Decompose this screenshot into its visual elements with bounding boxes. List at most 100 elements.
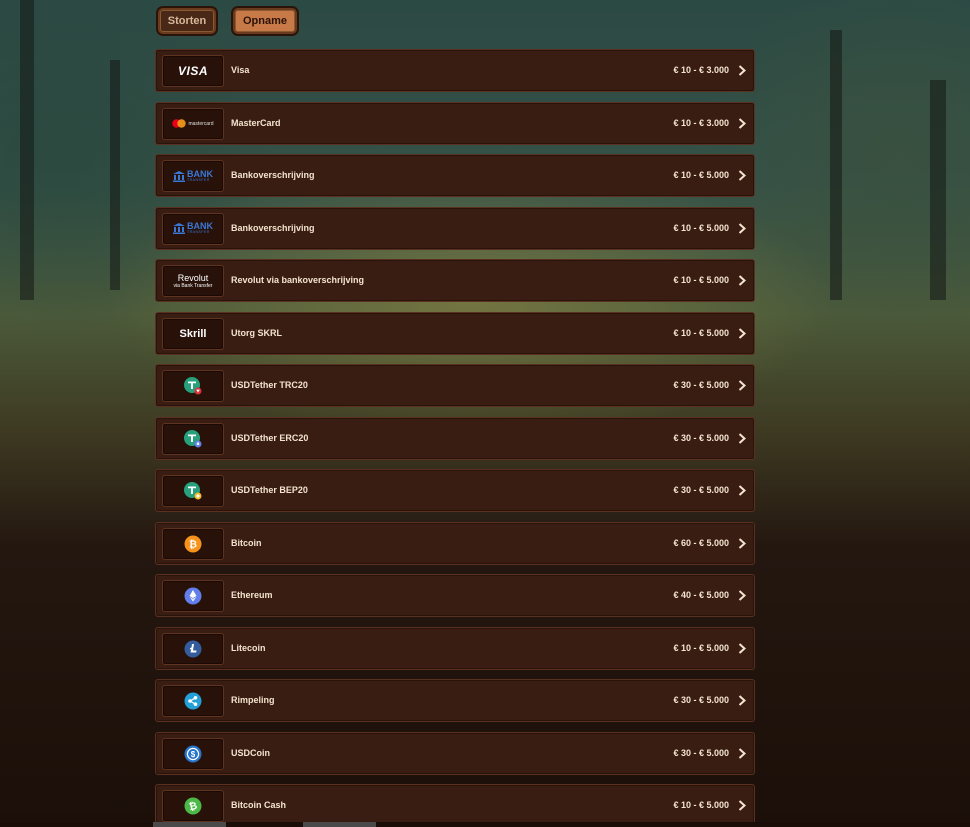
method-range: € 30 - € 5.000 <box>673 695 729 705</box>
method-range: € 10 - € 5.000 <box>673 327 729 338</box>
bank-logo-subtext: TRANSFER <box>187 230 210 235</box>
skrill-logo-text: Skrill <box>179 327 207 340</box>
chevron-right-icon <box>738 642 746 654</box>
method-range: € 30 - € 5.000 <box>673 432 729 443</box>
tether-coin-icon <box>184 429 202 447</box>
tab-withdraw[interactable]: Opname <box>233 8 297 34</box>
bank-transfer-logo-icon: BANK TRANSFER <box>162 212 224 245</box>
chevron-right-icon <box>738 800 746 811</box>
method-range: € 10 - € 5.000 <box>673 170 729 180</box>
method-name: Bitcoin Cash <box>231 800 287 810</box>
ripple-icon <box>162 685 224 717</box>
chevron-right-icon <box>738 222 746 234</box>
payment-tabs: Storten Opname <box>158 8 297 34</box>
ethereum-icon <box>162 580 224 612</box>
chevron-right-icon <box>738 117 746 129</box>
method-name: USDTether ERC20 <box>231 432 309 443</box>
method-name: Bankoverschrijving <box>231 222 315 233</box>
chevron-right-icon <box>738 275 746 286</box>
method-name: Ethereum <box>231 590 273 600</box>
chevron-right-icon <box>738 380 746 391</box>
chevron-right-icon <box>738 537 746 549</box>
chevron-right-icon <box>738 432 746 444</box>
background-tree <box>830 30 842 300</box>
payment-method-row[interactable]: VISA Visa € 10 - € 3.000 <box>155 49 755 92</box>
tether-erc20-icon <box>162 422 224 455</box>
payment-method-row[interactable]: USDTether BEP20 € 30 - € 5.000 <box>155 469 755 512</box>
background-tree <box>110 60 120 290</box>
svg-text:₿: ₿ <box>189 538 197 550</box>
method-name: Bitcoin <box>231 537 262 548</box>
payment-method-row[interactable]: USDTether TRC20 € 30 - € 5.000 <box>155 364 755 407</box>
payment-method-row[interactable]: ₿ Bitcoin € 60 - € 5.000 <box>155 521 755 565</box>
method-range: € 30 - € 5.000 <box>673 747 729 758</box>
method-name: Visa <box>231 65 250 75</box>
method-range: € 30 - € 5.000 <box>673 380 729 390</box>
tether-bep20-icon <box>162 475 224 507</box>
litecoin-coin-icon <box>184 640 202 657</box>
chevron-right-icon <box>738 695 746 706</box>
usdcoin-icon: $ <box>162 737 224 770</box>
payment-method-row[interactable]: USDTether ERC20 € 30 - € 5.000 <box>155 416 755 460</box>
method-range: € 60 - € 5.000 <box>673 537 729 548</box>
method-range: € 10 - € 3.000 <box>673 65 729 75</box>
method-range: € 10 - € 5.000 <box>673 275 729 285</box>
litecoin-icon <box>162 632 224 665</box>
background-tree <box>20 0 34 300</box>
chevron-right-icon <box>738 747 746 759</box>
payment-method-row[interactable]: BANK TRANSFER Bankoverschrijving € 10 - … <box>155 154 755 197</box>
tab-deposit[interactable]: Storten <box>158 8 216 34</box>
revolut-logo-icon: Revolut via Bank Transfer <box>162 265 224 297</box>
visa-logo-text: VISA <box>177 64 208 78</box>
revolut-logo-text: Revolut <box>177 272 209 283</box>
method-name: Bankoverschrijving <box>231 170 315 180</box>
bottom-scroll-strip <box>0 822 970 827</box>
payment-method-row[interactable]: Ethereum € 40 - € 5.000 <box>155 574 755 617</box>
bitcoin-icon: ₿ <box>162 527 224 560</box>
payment-method-row[interactable]: Litecoin € 10 - € 5.000 <box>155 626 755 670</box>
mastercard-logo-text: mastercard <box>188 120 214 127</box>
tether-coin-icon <box>184 482 202 500</box>
payment-method-row[interactable]: mastercard MasterCard € 10 - € 3.000 <box>155 101 755 145</box>
mastercard-circles-icon <box>172 119 187 128</box>
bitcoin-coin-icon: ₿ <box>184 535 202 552</box>
chevron-right-icon <box>738 590 746 601</box>
ripple-coin-icon <box>184 692 202 710</box>
revolut-logo-subtext: via Bank Transfer <box>173 282 213 289</box>
method-range: € 40 - € 5.000 <box>673 590 729 600</box>
bottom-strip-segment <box>303 822 376 827</box>
ethereum-coin-icon <box>184 587 202 605</box>
bank-building-icon <box>173 170 185 182</box>
payment-method-row[interactable]: ₿ Bitcoin Cash € 10 - € 5.000 <box>155 784 755 827</box>
bank-logo-subtext: TRANSFER <box>187 177 210 182</box>
method-range: € 10 - € 5.000 <box>673 800 729 810</box>
payment-method-row[interactable]: Rimpeling € 30 - € 5.000 <box>155 679 755 722</box>
chevron-right-icon <box>738 65 746 76</box>
svg-text:$: $ <box>191 749 196 758</box>
method-name: USDTether TRC20 <box>231 380 308 390</box>
method-name: Litecoin <box>231 642 266 653</box>
skrill-logo-icon: Skrill <box>162 317 224 350</box>
method-range: € 10 - € 3.000 <box>673 117 729 128</box>
usdcoin-coin-icon: $ <box>184 745 202 762</box>
method-name: USDTether BEP20 <box>231 485 308 495</box>
method-name: Revolut via bankoverschrijving <box>231 275 365 285</box>
chevron-right-icon <box>738 170 746 181</box>
visa-logo-icon: VISA <box>162 55 224 87</box>
chevron-right-icon <box>738 485 746 496</box>
tether-trc20-icon <box>162 370 224 402</box>
method-range: € 10 - € 5.000 <box>673 222 729 233</box>
method-name: Utorg SKRL <box>231 327 282 338</box>
method-range: € 10 - € 5.000 <box>673 642 729 653</box>
bitcoin-cash-icon: ₿ <box>162 790 224 822</box>
bank-building-icon <box>173 223 185 234</box>
method-name: USDCoin <box>231 747 270 758</box>
payment-method-row[interactable]: Skrill Utorg SKRL € 10 - € 5.000 <box>155 311 755 355</box>
payment-method-row[interactable]: $ USDCoin € 30 - € 5.000 <box>155 731 755 775</box>
payment-method-row[interactable]: Revolut via Bank Transfer Revolut via ba… <box>155 259 755 302</box>
method-name: Rimpeling <box>231 695 275 705</box>
payment-method-row[interactable]: BANK TRANSFER Bankoverschrijving € 10 - … <box>155 206 755 250</box>
bank-transfer-logo-icon: BANK TRANSFER <box>162 160 224 192</box>
method-range: € 30 - € 5.000 <box>673 485 729 495</box>
chevron-right-icon <box>738 327 746 339</box>
